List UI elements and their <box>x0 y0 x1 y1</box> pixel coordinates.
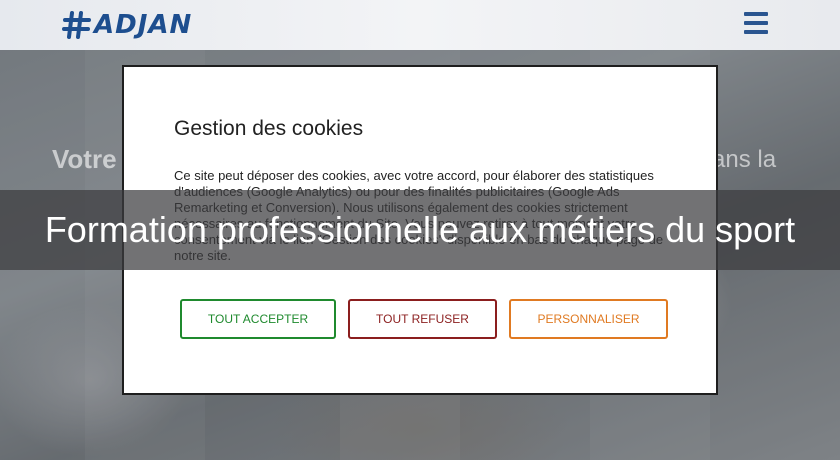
hamburger-icon[interactable] <box>744 12 770 36</box>
refuse-all-button[interactable]: TOUT REFUSER <box>348 299 497 339</box>
page-title-banner: Formation professionnelle aux métiers du… <box>0 190 840 270</box>
hero-heading-right: ans la <box>712 146 777 173</box>
page-title: Formation professionnelle aux métiers du… <box>44 209 796 250</box>
customize-button[interactable]: PERSONNALISER <box>509 299 668 339</box>
logo-text: ADJAN <box>94 10 193 40</box>
accept-all-button[interactable]: TOUT ACCEPTER <box>180 299 336 339</box>
hash-logo-icon <box>62 11 91 39</box>
site-logo[interactable]: ADJAN <box>62 8 192 42</box>
hero-heading-left: Votre <box>52 144 117 174</box>
cookie-dialog-title: Gestion des cookies <box>174 117 364 140</box>
site-header: ADJAN <box>0 0 840 50</box>
